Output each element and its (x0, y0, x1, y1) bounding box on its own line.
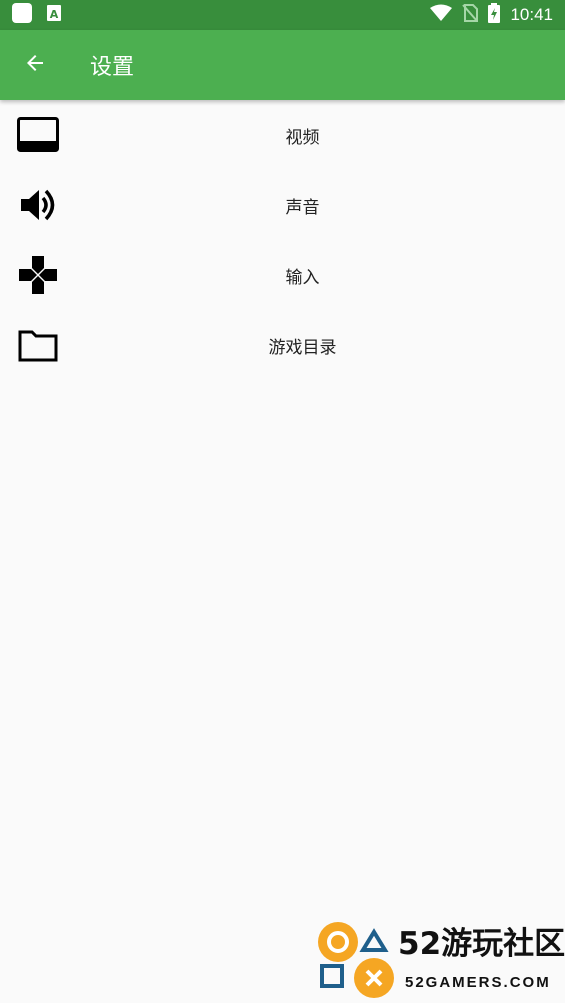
settings-item-audio[interactable]: 声音 (0, 170, 565, 240)
settings-item-video[interactable]: 视频 (0, 100, 565, 170)
folder-icon (16, 323, 60, 367)
battery-charging-icon (488, 3, 501, 27)
volume-icon (16, 183, 60, 227)
settings-item-label: 游戏目录 (268, 337, 337, 358)
settings-list: 视频 声音 输入 游戏目录 (0, 100, 565, 380)
settings-item-label: 声音 (285, 197, 320, 218)
status-bar: A 10:41 (0, 0, 565, 30)
watermark: 52游玩社区 52GAMERS.COM (316, 918, 565, 1003)
notification-app-icon (12, 3, 32, 27)
no-sim-icon (462, 4, 479, 26)
svg-text:A: A (50, 8, 59, 21)
gamepad-icon (16, 253, 60, 297)
notification-a-icon: A (46, 4, 62, 26)
settings-item-label: 视频 (285, 127, 320, 148)
status-time: 10:41 (510, 5, 553, 24)
settings-item-game-directory[interactable]: 游戏目录 (0, 310, 565, 380)
watermark-title: 52游玩社区 (398, 926, 565, 962)
watermark-subtitle: 52GAMERS.COM (405, 974, 551, 991)
video-icon (16, 113, 60, 157)
app-bar: 设置 (0, 30, 565, 100)
arrow-back-icon (23, 51, 47, 79)
wifi-icon (430, 4, 453, 26)
page-title: 设置 (90, 55, 135, 80)
settings-item-input[interactable]: 输入 (0, 240, 565, 310)
settings-item-label: 输入 (285, 267, 320, 288)
back-button[interactable] (0, 30, 70, 100)
